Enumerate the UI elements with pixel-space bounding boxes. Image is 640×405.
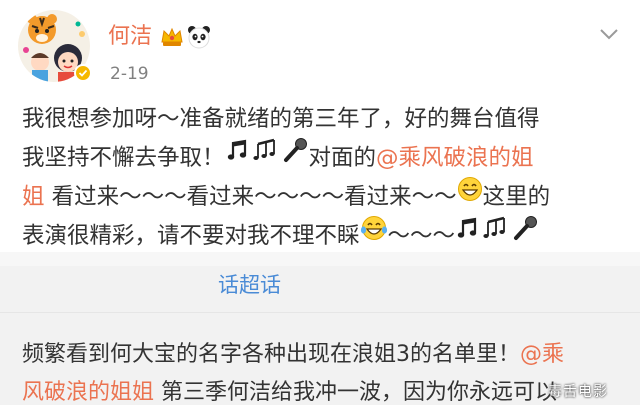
user-name[interactable]: 何洁 — [108, 24, 152, 50]
post-line: 我很想参加呀～准备就绪的第三年了，好的舞台值得 — [22, 100, 622, 139]
post-text-segment: 看过来～～～看过来～～～～看过来～～ — [44, 184, 457, 210]
supertopic-link[interactable]: 话超话 — [218, 272, 281, 298]
watermark: 毒舌电影 — [548, 384, 608, 400]
post-text-segment: 我坚持不懈去争取！ — [22, 145, 225, 171]
repost-text-segment: 第三季何洁给我冲一波，因为你永远可以 — [154, 380, 558, 405]
vip-crown-icon[interactable] — [160, 26, 184, 48]
music-notes-icon — [481, 215, 511, 254]
repost-line: 频繁看到何大宝的名字各种出现在浪姐3的名单里！@乘 — [22, 336, 632, 374]
music-note-icon — [225, 137, 251, 176]
post-text-segment: 我很想参加呀～准备就绪的第三年了，好的舞台值得 — [22, 106, 540, 132]
post-line: 表演很精彩，请不要对我不理不睬 ～～～ — [22, 215, 622, 256]
microphone-icon — [511, 215, 539, 254]
repost-text-segment: 频繁看到何大宝的名字各种出现在浪姐3的名单里！ — [22, 342, 520, 367]
microphone-icon — [281, 137, 309, 176]
chevron-down-icon[interactable] — [597, 26, 621, 42]
post-header: 何洁 2-19 — [0, 0, 640, 92]
post-line: 我坚持不懈去争取！ 对面的@乘风破浪的姐 — [22, 137, 622, 178]
post-time: 2-19 — [110, 64, 149, 84]
section-divider — [0, 252, 640, 266]
mention-link[interactable]: 风破浪的姐姐 — [22, 380, 154, 405]
verified-badge-icon — [74, 64, 92, 82]
divider — [0, 312, 640, 313]
post-text-segment: 表演很精彩，请不要对我不理不睬 — [22, 223, 360, 249]
post-text-segment: ～～～ — [387, 223, 456, 249]
post-text-segment: 这里的 — [482, 184, 551, 210]
music-notes-icon — [251, 137, 281, 176]
mention-link[interactable]: @乘风破浪的姐 — [376, 145, 534, 171]
post-text: 我很想参加呀～准备就绪的第三年了，好的舞台值得 我坚持不懈去争取！ 对面的@乘风破… — [22, 100, 622, 256]
repost-line: 风破浪的姐姐 第三季何洁给我冲一波，因为你永远可以 — [22, 374, 632, 405]
panda-icon — [187, 25, 211, 49]
tears-of-joy-icon — [360, 215, 388, 254]
mention-link[interactable]: 姐 — [22, 184, 45, 210]
mention-link[interactable]: @乘 — [520, 342, 564, 367]
post-line: 姐 看过来～～～看过来～～～～看过来～～ 这里的 — [22, 176, 622, 217]
repost-text: 频繁看到何大宝的名字各种出现在浪姐3的名单里！@乘 风破浪的姐姐 第三季何洁给我… — [22, 336, 632, 405]
music-note-icon — [455, 215, 481, 254]
grinning-face-icon — [457, 176, 483, 215]
post-text-segment: 对面的 — [308, 145, 377, 171]
